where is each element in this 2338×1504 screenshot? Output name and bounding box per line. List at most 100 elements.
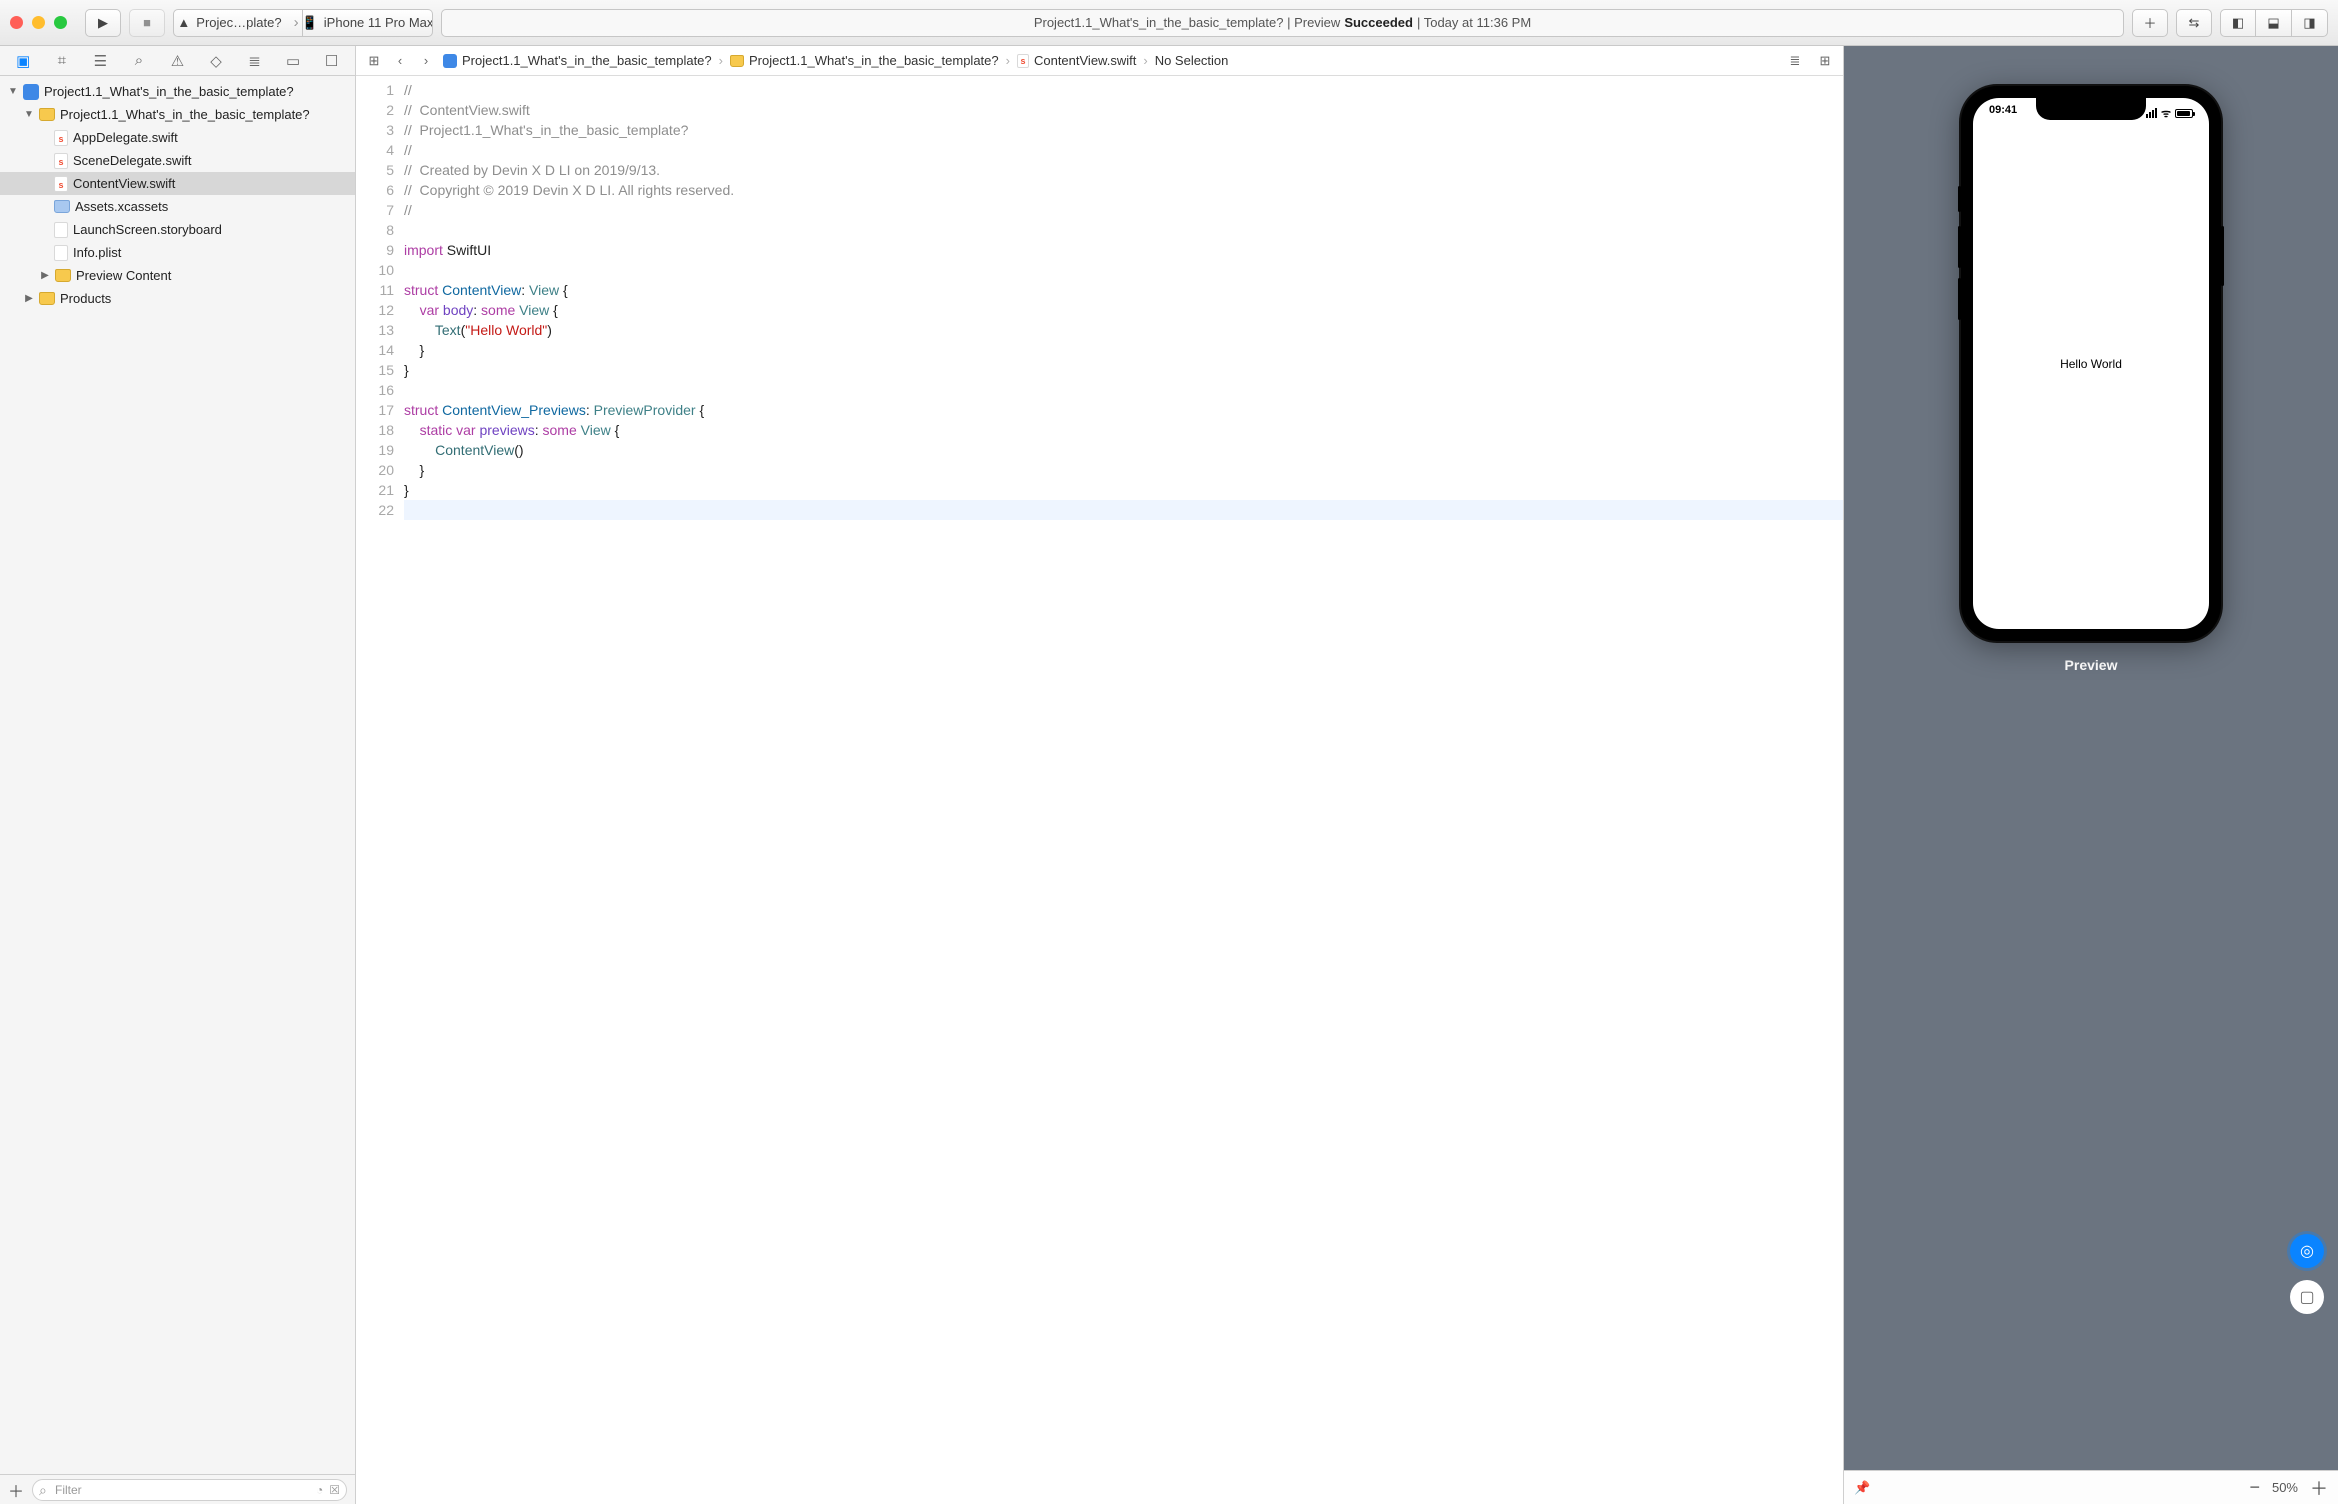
device-mute-switch-icon — [1958, 186, 1961, 212]
library-button[interactable]: ＋ — [2132, 9, 2168, 37]
folder-icon — [730, 55, 744, 67]
close-window-icon[interactable] — [10, 16, 23, 29]
editor-area: ⊞ ‹ › Project1.1_What's_in_the_basic_tem… — [356, 46, 1843, 1504]
toggle-bottom-panel-button[interactable]: ⬓ — [2256, 9, 2292, 37]
status-suffix: | Today at 11:36 PM — [1417, 15, 1531, 30]
disclosure-triangle-icon[interactable]: ▶ — [24, 293, 34, 304]
zoom-in-button[interactable]: ＋ — [2310, 1475, 2328, 1501]
swift-file-icon — [1017, 54, 1029, 68]
app-icon: ▲ — [177, 15, 190, 30]
scm-filter-icon[interactable]: ☒ — [329, 1483, 340, 1497]
zoom-window-icon[interactable] — [54, 16, 67, 29]
tree-label: Project1.1_What's_in_the_basic_template? — [60, 107, 310, 122]
filter-placeholder: Filter — [55, 1483, 82, 1497]
jumpbar-project[interactable]: Project1.1_What's_in_the_basic_template? — [440, 53, 715, 68]
stop-button[interactable]: ■ — [129, 9, 165, 37]
toggle-right-panel-button[interactable]: ◨ — [2292, 9, 2328, 37]
zoom-level: 50% — [2272, 1480, 2298, 1495]
preview-content-text: Hello World — [2060, 357, 2122, 371]
scheme-selector[interactable]: ▲ Projec…plate? 📱 iPhone 11 Pro Max — [173, 9, 433, 37]
tree-row-file-selected[interactable]: ContentView.swift — [0, 172, 355, 195]
code-content[interactable]: //// ContentView.swift// Project1.1_What… — [404, 76, 1843, 1504]
disclosure-triangle-icon[interactable]: ▼ — [24, 109, 34, 120]
recent-filter-icon[interactable]: ◔ — [316, 1483, 323, 1497]
tree-row-group[interactable]: ▶ Products — [0, 287, 355, 310]
pin-preview-button[interactable]: 📌 — [1854, 1480, 1870, 1496]
code-review-button[interactable]: ⇆ — [2176, 9, 2212, 37]
device-volume-up-icon — [1958, 226, 1961, 268]
zoom-out-button[interactable]: − — [2249, 1477, 2260, 1498]
canvas-footer: 📌 − 50% ＋ — [1844, 1470, 2338, 1504]
source-editor[interactable]: 12345678910111213141516171819202122 ////… — [356, 76, 1843, 1504]
add-file-button[interactable]: ＋ — [8, 1478, 24, 1502]
add-editor-button[interactable]: ⊞ — [1813, 49, 1837, 73]
play-circle-icon: ◎ — [2300, 1241, 2314, 1261]
wifi-icon: ᯤ — [2161, 106, 2171, 121]
tree-row-file[interactable]: SceneDelegate.swift — [0, 149, 355, 172]
line-number-gutter: 12345678910111213141516171819202122 — [356, 76, 404, 1504]
chevron-right-icon: › — [717, 53, 725, 68]
device-side-button-icon — [2221, 226, 2224, 286]
issue-navigator-tab[interactable]: ⚠ — [166, 52, 188, 70]
navigator-footer: ＋ Filter ◔ ☒ — [0, 1474, 355, 1504]
device-screen: 09:41 ᯤ Hello World — [1973, 98, 2209, 629]
navigator-filter-field[interactable]: Filter ◔ ☒ — [32, 1479, 347, 1501]
tree-row-group[interactable]: ▼ Project1.1_What's_in_the_basic_templat… — [0, 103, 355, 126]
navigator-panel: ▣ ⌗ ☰ ⌕ ⚠ ◇ ≣ ▭ ☐ ▼ Project1.1_What's_in… — [0, 46, 356, 1504]
device-volume-down-icon — [1958, 278, 1961, 320]
preview-canvas: 09:41 ᯤ Hello World Preview ◎ — [1843, 46, 2338, 1504]
tree-row-file[interactable]: Assets.xcassets — [0, 195, 355, 218]
test-navigator-tab[interactable]: ◇ — [205, 52, 227, 70]
editor-options-button[interactable]: ≣ — [1783, 49, 1807, 73]
left-panel-icon: ◧ — [2232, 15, 2244, 31]
device-clock: 09:41 — [1989, 104, 2017, 122]
project-icon — [443, 54, 457, 68]
status-prefix: Project1.1_What's_in_the_basic_template?… — [1034, 15, 1340, 30]
report-navigator-tab[interactable]: ☐ — [321, 52, 343, 70]
tree-label: Preview Content — [76, 268, 171, 283]
toggle-left-panel-button[interactable]: ◧ — [2220, 9, 2256, 37]
stop-icon: ■ — [143, 15, 151, 30]
run-button[interactable]: ▶ — [85, 9, 121, 37]
device-icon: 📱 — [303, 15, 318, 31]
canvas-viewport[interactable]: 09:41 ᯤ Hello World Preview — [1844, 46, 2338, 1470]
cellular-signal-icon — [2146, 108, 2157, 118]
jumpbar-group[interactable]: Project1.1_What's_in_the_basic_template? — [727, 53, 1002, 68]
minimize-window-icon[interactable] — [32, 16, 45, 29]
tree-row-group[interactable]: ▶ Preview Content — [0, 264, 355, 287]
project-icon — [23, 84, 39, 100]
tree-label: Assets.xcassets — [75, 199, 168, 214]
window-traffic-lights — [10, 16, 67, 29]
disclosure-triangle-icon[interactable]: ▶ — [40, 270, 50, 281]
disclosure-triangle-icon[interactable]: ▼ — [8, 86, 18, 97]
debug-navigator-tab[interactable]: ≣ — [244, 52, 266, 70]
source-control-navigator-tab[interactable]: ⌗ — [51, 52, 73, 69]
back-button[interactable]: ‹ — [388, 49, 412, 73]
forward-button[interactable]: › — [414, 49, 438, 73]
scheme-project: Projec…plate? — [196, 15, 281, 30]
jumpbar-file[interactable]: ContentView.swift — [1014, 53, 1139, 68]
tree-label: AppDelegate.swift — [73, 130, 178, 145]
related-items-button[interactable]: ⊞ — [362, 49, 386, 73]
live-preview-button[interactable]: ◎ — [2290, 1234, 2324, 1268]
main-toolbar: ▶ ■ ▲ Projec…plate? 📱 iPhone 11 Pro Max … — [0, 0, 2338, 46]
tree-row-file[interactable]: Info.plist — [0, 241, 355, 264]
tree-label: Products — [60, 291, 111, 306]
preview-on-device-button[interactable]: ▢ — [2290, 1280, 2324, 1314]
swift-file-icon — [54, 176, 68, 192]
symbol-navigator-tab[interactable]: ☰ — [89, 52, 111, 70]
tree-row-project[interactable]: ▼ Project1.1_What's_in_the_basic_templat… — [0, 80, 355, 103]
plus-icon: ＋ — [2143, 13, 2156, 32]
find-navigator-tab[interactable]: ⌕ — [128, 52, 150, 69]
breakpoint-navigator-tab[interactable]: ▭ — [282, 52, 304, 70]
tree-row-file[interactable]: AppDelegate.swift — [0, 126, 355, 149]
project-navigator-tab[interactable]: ▣ — [12, 52, 34, 70]
bottom-panel-icon: ⬓ — [2267, 15, 2279, 31]
tree-row-file[interactable]: LaunchScreen.storyboard — [0, 218, 355, 241]
jumpbar-symbol[interactable]: No Selection — [1152, 53, 1232, 68]
tree-label: ContentView.swift — [73, 176, 175, 191]
panel-visibility-group: ◧ ⬓ ◨ — [2220, 9, 2328, 37]
assets-folder-icon — [54, 200, 70, 213]
swift-file-icon — [54, 153, 68, 169]
status-state: Succeeded — [1344, 15, 1413, 30]
